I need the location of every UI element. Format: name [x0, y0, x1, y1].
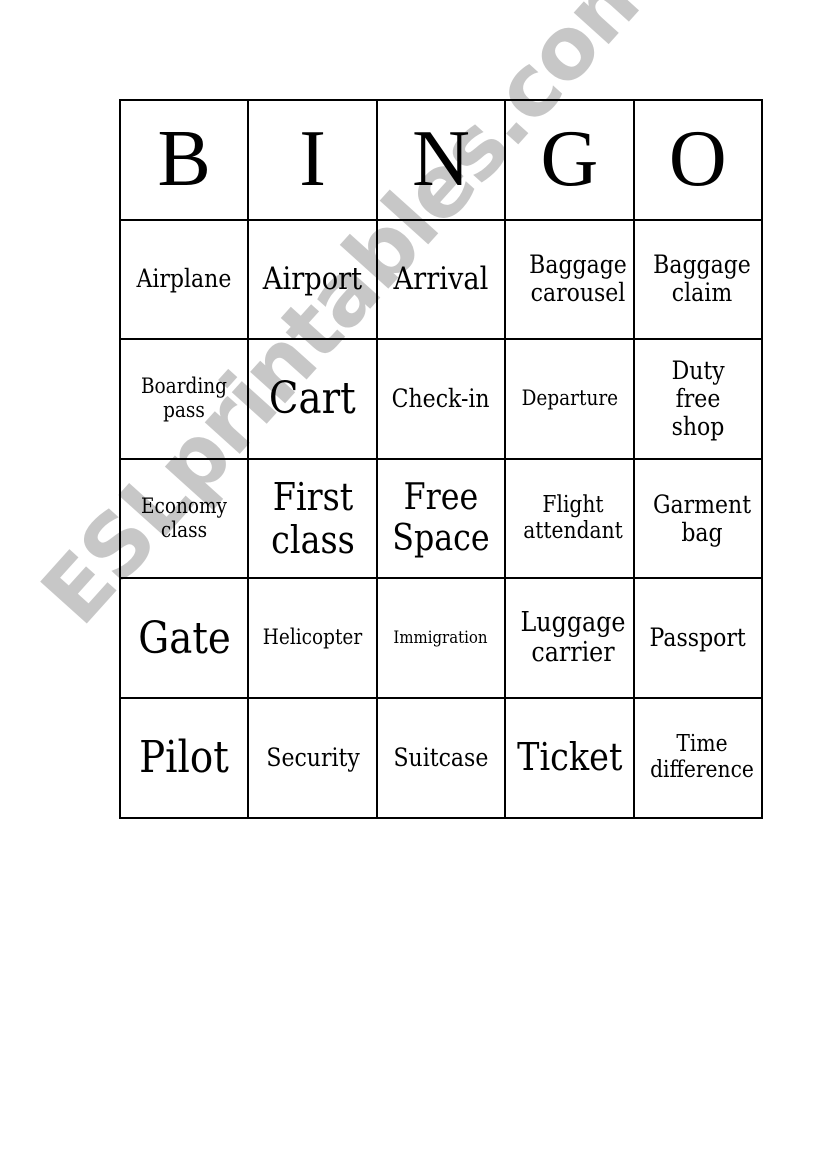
cell-text: Immigration [393, 627, 489, 648]
bingo-row: Pilot Security Suitcase Ticket Time diff… [118, 696, 764, 819]
cell-text: Economy class [141, 494, 228, 542]
bingo-cell[interactable]: Passport [632, 577, 764, 699]
bingo-cell[interactable]: Departure [504, 338, 635, 460]
bingo-cell[interactable]: Gate [118, 577, 250, 699]
bingo-cell[interactable]: Luggage carrier [504, 577, 635, 699]
bingo-cell[interactable]: Check-in [375, 338, 507, 460]
cell-text: Baggage claim [652, 250, 751, 308]
bingo-cell[interactable]: Free Space [375, 457, 507, 580]
cell-text: Arrival [393, 261, 489, 298]
header-row: B I N G O [118, 99, 764, 221]
cell-text: Gate [137, 612, 231, 664]
bingo-cell[interactable]: Ticket [504, 696, 635, 819]
cell-text: Flight attendant [523, 491, 623, 544]
bingo-cell[interactable]: Duty free shop [632, 338, 764, 460]
cell-text: Garment bag [652, 489, 751, 547]
bingo-row: Airplane Airport Arrival Baggage carouse… [118, 218, 764, 341]
bingo-cell[interactable]: Security [247, 696, 378, 819]
bingo-cell[interactable]: Pilot [118, 696, 250, 819]
bingo-cell[interactable]: Baggage carousel [504, 218, 635, 341]
bingo-cell[interactable]: Helicopter [247, 577, 378, 699]
bingo-cell[interactable]: Airplane [118, 218, 250, 341]
cell-text: Luggage carrier [520, 606, 626, 669]
bingo-cell[interactable]: Suitcase [375, 696, 507, 819]
cell-text: Airplane [136, 264, 232, 294]
cell-text: Baggage carousel [529, 250, 628, 308]
bingo-cell[interactable]: Immigration [375, 577, 507, 699]
cell-text: Passport [649, 623, 746, 653]
bingo-cell[interactable]: Arrival [375, 218, 507, 341]
bingo-card: B I N G O Airplane Airport Arrival Bagga… [118, 99, 764, 819]
bingo-row: Economy class First class Free Space Fli… [118, 457, 764, 580]
cell-text: First class [270, 475, 355, 562]
cell-text: Security [265, 742, 360, 772]
cell-text: Free Space [392, 477, 490, 559]
cell-text: Duty free shop [671, 355, 725, 441]
cell-text: Departure [521, 386, 618, 411]
cell-text: Suitcase [393, 742, 489, 772]
bingo-row: Boarding pass Cart Check-in Departure Du… [118, 338, 764, 460]
bingo-cell[interactable]: Flight attendant [504, 457, 635, 580]
bingo-cell[interactable]: Boarding pass [118, 338, 250, 460]
bingo-cell[interactable]: Cart [247, 338, 378, 460]
bingo-cell[interactable]: Airport [247, 218, 378, 341]
bingo-cell[interactable]: Garment bag [632, 457, 764, 580]
cell-text: Airport [262, 261, 363, 298]
bingo-cell[interactable]: First class [247, 457, 378, 580]
cell-text: Pilot [139, 732, 230, 784]
header-letter-g: G [504, 99, 635, 221]
bingo-cell[interactable]: Economy class [118, 457, 250, 580]
bingo-row: Gate Helicopter Immigration Luggage carr… [118, 577, 764, 699]
header-letter-o: O [632, 99, 764, 221]
header-letter-n: N [375, 99, 507, 221]
cell-text: Time difference [649, 731, 754, 783]
cell-text: Cart [269, 373, 356, 425]
cell-text: Helicopter [262, 625, 363, 650]
bingo-cell[interactable]: Time difference [632, 696, 764, 819]
header-letter-b: B [118, 99, 250, 221]
bingo-cell[interactable]: Baggage claim [632, 218, 764, 341]
cell-text: Boarding pass [141, 374, 228, 422]
header-letter-i: I [247, 99, 378, 221]
cell-text: Check-in [392, 383, 490, 413]
cell-text: Ticket [516, 735, 622, 780]
